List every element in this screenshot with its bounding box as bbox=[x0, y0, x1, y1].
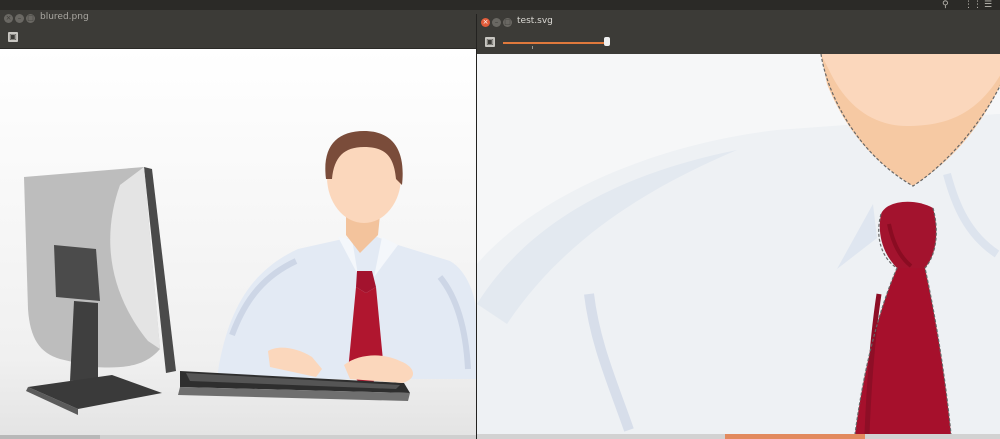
window-title: blured.png bbox=[40, 12, 89, 22]
search-icon[interactable]: ⚲ bbox=[942, 0, 949, 10]
minimize-button[interactable]: – bbox=[492, 18, 501, 27]
zoomed-illustration bbox=[477, 53, 1000, 435]
menu-icon[interactable]: ☰ bbox=[984, 0, 992, 10]
top-panel: ⚲ ⋮⋮ ☰ bbox=[0, 0, 1000, 10]
image-viewer-window-right: × – □ test.svg ▣ bbox=[476, 14, 1000, 439]
toolbar: ▣ bbox=[0, 28, 476, 49]
title-bar: × – □ test.svg bbox=[477, 14, 1000, 32]
image-canvas bbox=[477, 53, 1000, 435]
zoom-slider-tick bbox=[532, 46, 533, 49]
man-at-computer-illustration bbox=[0, 49, 476, 435]
minimize-button[interactable]: – bbox=[15, 14, 24, 23]
fit-icon[interactable]: ▣ bbox=[8, 32, 18, 42]
status-bar bbox=[0, 435, 476, 439]
toolbar: ▣ bbox=[477, 32, 1000, 55]
close-button[interactable]: × bbox=[481, 18, 490, 27]
title-bar: × – □ blured.png bbox=[0, 10, 476, 28]
fit-icon[interactable]: ▣ bbox=[485, 37, 495, 47]
image-viewer-window-left: × – □ blured.png ▣ bbox=[0, 10, 476, 439]
grid-icon[interactable]: ⋮⋮ bbox=[964, 0, 982, 10]
maximize-button[interactable]: □ bbox=[503, 18, 512, 27]
zoom-slider-handle[interactable] bbox=[604, 37, 610, 46]
maximize-button[interactable]: □ bbox=[26, 14, 35, 23]
close-button[interactable]: × bbox=[4, 14, 13, 23]
status-bar bbox=[477, 434, 1000, 439]
image-canvas bbox=[0, 49, 476, 435]
window-title: test.svg bbox=[517, 16, 553, 26]
zoom-slider[interactable] bbox=[503, 42, 607, 44]
